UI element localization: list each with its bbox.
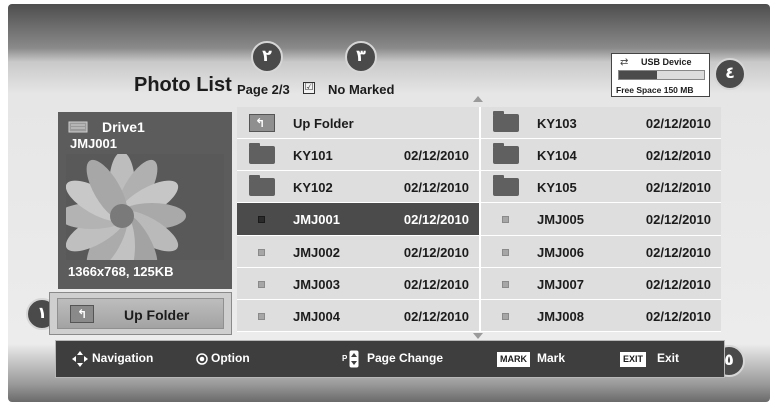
- storage-usage-bar: [618, 70, 705, 80]
- file-list-left-column: ↰ Up Folder KY101 02/12/2010 KY102 02/12/2010…: [237, 107, 479, 332]
- mark-key-icon: MARK: [497, 352, 530, 367]
- photo-file-icon: [258, 312, 265, 320]
- photo-file-icon: [502, 312, 509, 320]
- page-key-label: P: [342, 354, 348, 363]
- page-change-hint[interactable]: Page Change: [367, 351, 443, 365]
- option-hint[interactable]: Option: [211, 351, 250, 365]
- preview-file-name: JMJ001: [70, 136, 117, 151]
- usb-device-label: USB Device: [641, 57, 692, 67]
- file-date: 02/12/2010: [645, 180, 711, 196]
- file-name: KY102: [293, 180, 333, 196]
- resolution-label: 1366x768, 125KB: [68, 264, 174, 279]
- file-date: 02/12/2010: [645, 148, 711, 164]
- file-name: JMJ005: [537, 212, 584, 228]
- exit-key-icon: EXIT: [620, 352, 647, 367]
- up-folder-icon: ↰: [249, 114, 275, 132]
- file-name: JMJ001: [293, 212, 340, 228]
- file-list-row[interactable]: JMJ003 02/12/2010: [237, 267, 479, 300]
- navigation-hint: Navigation: [92, 351, 154, 365]
- file-list-row[interactable]: JMJ004 02/12/2010: [237, 299, 479, 332]
- file-date: 02/12/2010: [403, 212, 469, 228]
- file-date: 02/12/2010: [645, 244, 711, 260]
- checkbox-icon: ☑: [303, 82, 315, 94]
- file-name: JMJ008: [537, 308, 584, 324]
- page-indicator: Page 2/3: [237, 82, 290, 97]
- free-space-label: Free Space 150 MB: [616, 85, 694, 95]
- up-folder-button[interactable]: ↰ Up Folder: [49, 292, 232, 335]
- photo-file-icon: [502, 280, 509, 288]
- file-name: JMJ003: [293, 276, 340, 292]
- photo-file-icon: [258, 248, 265, 256]
- file-date: 02/12/2010: [403, 308, 469, 324]
- file-list-row[interactable]: KY101 02/12/2010: [237, 139, 479, 172]
- file-list-row[interactable]: JMJ002 02/12/2010: [237, 235, 479, 268]
- photo-thumbnail: [66, 154, 224, 260]
- file-name: KY105: [537, 180, 577, 196]
- file-name: Up Folder: [293, 116, 354, 131]
- bottom-navigation-bar: Navigation Option P Page Change MARK Mar…: [55, 340, 725, 378]
- photo-file-icon: [502, 216, 509, 224]
- file-list-row[interactable]: JMJ006 02/12/2010: [481, 235, 721, 268]
- up-folder-icon: ↰: [70, 305, 94, 323]
- file-list-row[interactable]: ↰ Up Folder: [237, 107, 479, 140]
- photo-file-icon: [502, 248, 509, 256]
- scroll-down-icon[interactable]: [473, 333, 483, 339]
- file-list-row[interactable]: JMJ001 02/12/2010: [237, 203, 479, 236]
- folder-icon: [493, 111, 519, 132]
- folder-icon: [249, 175, 275, 197]
- file-date: 02/12/2010: [645, 276, 711, 292]
- up-folder-button-label: Up Folder: [124, 307, 190, 323]
- file-name: JMJ002: [293, 244, 340, 260]
- folder-icon: [493, 143, 519, 165]
- file-name: JMJ006: [537, 244, 584, 260]
- file-date: 02/12/2010: [403, 244, 469, 260]
- file-date: 02/12/2010: [645, 116, 711, 131]
- page-change-icon: [349, 350, 359, 368]
- file-date: 02/12/2010: [403, 276, 469, 292]
- file-name: KY101: [293, 148, 333, 164]
- option-button-icon: [196, 353, 208, 365]
- file-name: KY104: [537, 148, 577, 164]
- file-date: 02/12/2010: [403, 180, 469, 196]
- file-list-row[interactable]: KY104 02/12/2010: [481, 139, 721, 172]
- page-title: Photo List: [134, 74, 232, 96]
- photo-file-icon: [258, 280, 265, 288]
- callout-2: ٢: [251, 41, 283, 73]
- callout-3: ٣: [345, 41, 377, 73]
- file-list-row[interactable]: KY103 02/12/2010: [481, 107, 721, 140]
- marked-status: No Marked: [328, 82, 395, 97]
- preview-panel: Drive1 JMJ001 1366x768, 125KB: [58, 112, 232, 289]
- up-folder-button-face[interactable]: ↰ Up Folder: [57, 298, 224, 329]
- exit-hint[interactable]: Exit: [657, 351, 679, 365]
- callout-4: ٤: [714, 58, 746, 90]
- file-list-row[interactable]: JMJ008 02/12/2010: [481, 299, 721, 332]
- usb-device-panel: ⇄ USB Device Free Space 150 MB: [611, 53, 710, 97]
- usb-icon: ⇄: [620, 57, 629, 68]
- storage-usage-fill: [619, 71, 658, 79]
- file-name: KY103: [537, 116, 577, 131]
- file-name: JMJ007: [537, 276, 584, 292]
- folder-icon: [249, 143, 275, 165]
- file-date: 02/12/2010: [645, 308, 711, 324]
- drive-label: Drive1: [102, 119, 145, 135]
- file-list-right-column: KY103 02/12/2010 KY104 02/12/2010 KY105 02/12…: [481, 107, 721, 332]
- file-name: JMJ004: [293, 308, 340, 324]
- screen: ٢ ٣ ٤ ١ ٥ Photo List Page 2/3 ☑ No Marke…: [0, 0, 774, 406]
- scroll-up-icon[interactable]: [473, 96, 483, 102]
- file-list-row[interactable]: KY105 02/12/2010: [481, 171, 721, 204]
- mark-hint[interactable]: Mark: [537, 351, 565, 365]
- file-date: 02/12/2010: [403, 148, 469, 164]
- drive-icon: [68, 121, 88, 133]
- photo-file-icon: [258, 216, 265, 224]
- file-list-row[interactable]: JMJ007 02/12/2010: [481, 267, 721, 300]
- folder-icon: [493, 175, 519, 197]
- navigation-arrows-icon: [72, 351, 88, 367]
- file-date: 02/12/2010: [645, 212, 711, 228]
- file-list: ↰ Up Folder KY101 02/12/2010 KY102 02/12/2010…: [237, 107, 721, 332]
- file-list-row[interactable]: JMJ005 02/12/2010: [481, 203, 721, 236]
- file-list-row[interactable]: KY102 02/12/2010: [237, 171, 479, 204]
